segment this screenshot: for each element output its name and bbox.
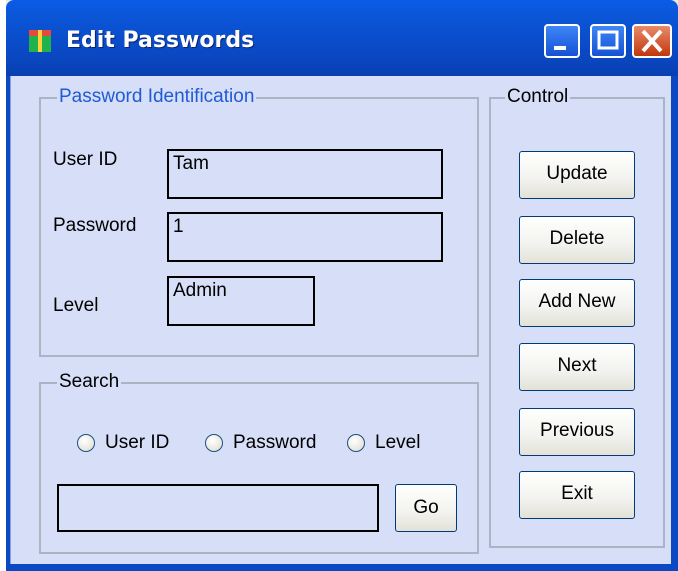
- maximize-icon: [597, 30, 619, 50]
- next-button[interactable]: Next: [519, 343, 635, 391]
- search-input[interactable]: [57, 484, 379, 532]
- window-border-right: [670, 76, 678, 564]
- control-legend: Control: [505, 86, 571, 108]
- password-identification-group: Password Identification User ID Tam Pass…: [39, 86, 479, 357]
- level-radio-label: Level: [375, 432, 421, 453]
- user-id-field[interactable]: Tam: [167, 149, 443, 199]
- close-button[interactable]: [632, 24, 672, 58]
- user-id-radio[interactable]: [77, 434, 95, 452]
- go-button[interactable]: Go: [395, 484, 457, 532]
- level-radio[interactable]: [347, 434, 365, 452]
- close-icon: [641, 29, 663, 53]
- add-new-button[interactable]: Add New: [519, 279, 635, 327]
- exit-button[interactable]: Exit: [519, 471, 635, 519]
- user-id-label: User ID: [53, 149, 118, 170]
- password-identification-legend: Password Identification: [57, 86, 257, 108]
- window-border-bottom: [6, 564, 678, 571]
- password-radio[interactable]: [205, 434, 223, 452]
- password-field[interactable]: 1: [167, 212, 443, 262]
- update-button[interactable]: Update: [519, 151, 635, 199]
- control-group: Control Update Delete Add New Next Previ…: [489, 86, 665, 548]
- client-area: Password Identification User ID Tam Pass…: [10, 76, 671, 564]
- level-label: Level: [53, 295, 99, 316]
- edit-passwords-window: Edit Passwords Password Identification U…: [6, 0, 678, 571]
- window-title: Edit Passwords: [66, 28, 255, 53]
- previous-button[interactable]: Previous: [519, 408, 635, 456]
- title-bar[interactable]: Edit Passwords: [6, 0, 678, 76]
- minimize-button[interactable]: [544, 24, 580, 58]
- level-field[interactable]: Admin: [167, 276, 315, 326]
- password-label: Password: [53, 215, 137, 236]
- search-group: Search User ID Password Level Go: [39, 371, 479, 554]
- minimize-icon: [554, 46, 566, 50]
- user-id-radio-label: User ID: [105, 432, 170, 453]
- password-radio-label: Password: [233, 432, 317, 453]
- search-legend: Search: [57, 371, 122, 393]
- delete-button[interactable]: Delete: [519, 216, 635, 264]
- app-icon: [29, 30, 51, 52]
- maximize-button[interactable]: [590, 24, 626, 58]
